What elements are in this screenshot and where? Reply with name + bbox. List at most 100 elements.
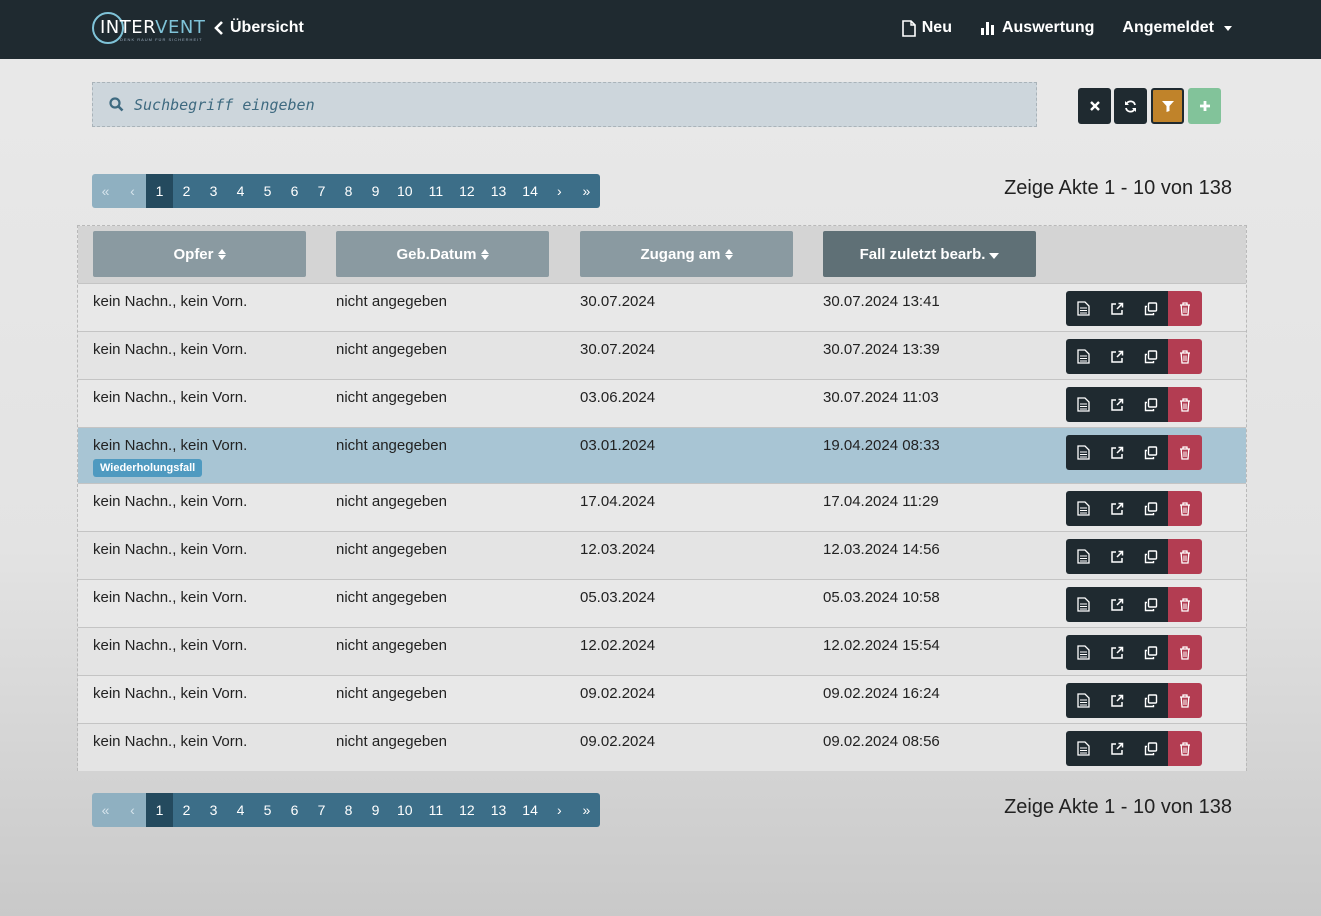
sort-received-header[interactable]: Zugang am xyxy=(580,231,793,277)
duplicate-case-button[interactable] xyxy=(1134,291,1168,326)
pagination-page[interactable]: 11 xyxy=(420,793,452,827)
duplicate-case-button[interactable] xyxy=(1134,339,1168,374)
view-case-button[interactable] xyxy=(1066,731,1100,766)
delete-case-button[interactable] xyxy=(1168,683,1202,718)
view-case-button[interactable] xyxy=(1066,339,1100,374)
search-input[interactable] xyxy=(134,95,994,114)
table-row[interactable]: kein Nachn., kein Vorn. nicht angegeben 30… xyxy=(78,283,1246,331)
pagination-page[interactable]: 14 xyxy=(514,793,546,827)
delete-case-button[interactable] xyxy=(1168,587,1202,622)
open-external-button[interactable] xyxy=(1100,683,1134,718)
pagination-first[interactable]: « xyxy=(92,174,119,208)
duplicate-case-button[interactable] xyxy=(1134,539,1168,574)
pagination-first[interactable]: « xyxy=(92,793,119,827)
delete-case-button[interactable] xyxy=(1168,539,1202,574)
pagination-page[interactable]: 4 xyxy=(227,793,254,827)
filter-button[interactable] xyxy=(1151,88,1184,124)
pagination-page[interactable]: 6 xyxy=(281,793,308,827)
delete-case-button[interactable] xyxy=(1168,339,1202,374)
delete-case-button[interactable] xyxy=(1168,435,1202,470)
refresh-button[interactable] xyxy=(1114,88,1147,124)
sort-last-edited-header[interactable]: Fall zuletzt bearb. xyxy=(823,231,1036,277)
table-row[interactable]: kein Nachn., kein Vorn. nicht angegeben 12… xyxy=(78,627,1246,675)
sort-birthdate-header[interactable]: Geb.Datum xyxy=(336,231,549,277)
duplicate-case-button[interactable] xyxy=(1134,587,1168,622)
clear-search-button[interactable] xyxy=(1078,88,1111,124)
logo[interactable]: INTERVENT DENK RAUM FÜR SICHERHEIT xyxy=(92,10,205,46)
duplicate-case-button[interactable] xyxy=(1134,387,1168,422)
pagination-next[interactable]: › xyxy=(545,174,573,208)
table-row[interactable]: kein Nachn., kein Vorn. nicht angegeben 03… xyxy=(78,427,1246,483)
duplicate-case-button[interactable] xyxy=(1134,731,1168,766)
pagination-page[interactable]: 3 xyxy=(200,174,227,208)
open-external-button[interactable] xyxy=(1100,731,1134,766)
duplicate-case-button[interactable] xyxy=(1134,635,1168,670)
open-external-button[interactable] xyxy=(1100,435,1134,470)
pagination-page[interactable]: 12 xyxy=(451,793,483,827)
open-external-button[interactable] xyxy=(1100,339,1134,374)
pagination-page[interactable]: 4 xyxy=(227,174,254,208)
view-case-button[interactable] xyxy=(1066,587,1100,622)
open-external-button[interactable] xyxy=(1100,491,1134,526)
open-external-button[interactable] xyxy=(1100,387,1134,422)
table-row[interactable]: kein Nachn., kein Vorn. nicht angegeben 12… xyxy=(78,531,1246,579)
pagination-prev[interactable]: ‹ xyxy=(119,174,146,208)
view-case-button[interactable] xyxy=(1066,435,1100,470)
view-case-button[interactable] xyxy=(1066,291,1100,326)
pagination-page[interactable]: 9 xyxy=(362,793,389,827)
pagination-next[interactable]: › xyxy=(545,793,573,827)
view-case-button[interactable] xyxy=(1066,387,1100,422)
open-external-button[interactable] xyxy=(1100,291,1134,326)
duplicate-case-button[interactable] xyxy=(1134,683,1168,718)
add-case-button[interactable] xyxy=(1188,88,1221,124)
pagination-page[interactable]: 1 xyxy=(146,174,173,208)
table-row[interactable]: kein Nachn., kein Vorn. nicht angegeben 09… xyxy=(78,675,1246,723)
pagination-prev[interactable]: ‹ xyxy=(119,793,146,827)
pagination-page[interactable]: 7 xyxy=(308,793,335,827)
pagination-last[interactable]: » xyxy=(572,174,600,208)
nav-evaluation[interactable]: Auswertung xyxy=(980,19,1094,37)
table-row[interactable]: kein Nachn., kein Vorn. nicht angegeben 17… xyxy=(78,483,1246,531)
pagination-page[interactable]: 14 xyxy=(514,174,546,208)
open-external-button[interactable] xyxy=(1100,539,1134,574)
duplicate-case-button[interactable] xyxy=(1134,435,1168,470)
pagination-page[interactable]: 13 xyxy=(482,793,515,827)
duplicate-case-button[interactable] xyxy=(1134,491,1168,526)
view-case-button[interactable] xyxy=(1066,539,1100,574)
pagination-page[interactable]: 10 xyxy=(389,793,421,827)
delete-case-button[interactable] xyxy=(1168,731,1202,766)
view-case-button[interactable] xyxy=(1066,635,1100,670)
pagination-page[interactable]: 13 xyxy=(482,174,515,208)
pagination-page[interactable]: 2 xyxy=(173,793,200,827)
open-external-button[interactable] xyxy=(1100,635,1134,670)
pagination-page[interactable]: 6 xyxy=(281,174,308,208)
pagination-page[interactable]: 8 xyxy=(335,793,362,827)
nav-user-menu[interactable]: Angemeldet xyxy=(1122,19,1232,37)
back-link[interactable]: Übersicht xyxy=(214,19,304,37)
delete-case-button[interactable] xyxy=(1168,387,1202,422)
pagination-page[interactable]: 2 xyxy=(173,174,200,208)
pagination-page[interactable]: 5 xyxy=(254,174,281,208)
pagination-page[interactable]: 3 xyxy=(200,793,227,827)
pagination-page[interactable]: 10 xyxy=(389,174,421,208)
pagination-page[interactable]: 7 xyxy=(308,174,335,208)
table-row[interactable]: kein Nachn., kein Vorn. nicht angegeben 30… xyxy=(78,331,1246,379)
pagination-page[interactable]: 9 xyxy=(362,174,389,208)
pagination-page[interactable]: 1 xyxy=(146,793,173,827)
delete-case-button[interactable] xyxy=(1168,491,1202,526)
delete-case-button[interactable] xyxy=(1168,635,1202,670)
sort-victim-header[interactable]: Opfer xyxy=(93,231,306,277)
delete-case-button[interactable] xyxy=(1168,291,1202,326)
view-case-button[interactable] xyxy=(1066,491,1100,526)
table-row[interactable]: kein Nachn., kein Vorn. nicht angegeben 03… xyxy=(78,379,1246,427)
pagination-page[interactable]: 11 xyxy=(420,174,452,208)
open-external-button[interactable] xyxy=(1100,587,1134,622)
pagination-page[interactable]: 5 xyxy=(254,793,281,827)
table-row[interactable]: kein Nachn., kein Vorn. nicht angegeben 09… xyxy=(78,723,1246,771)
nav-new[interactable]: Neu xyxy=(901,19,952,37)
table-row[interactable]: kein Nachn., kein Vorn. nicht angegeben 05… xyxy=(78,579,1246,627)
pagination-page[interactable]: 8 xyxy=(335,174,362,208)
pagination-page[interactable]: 12 xyxy=(451,174,483,208)
view-case-button[interactable] xyxy=(1066,683,1100,718)
pagination-last[interactable]: » xyxy=(572,793,600,827)
